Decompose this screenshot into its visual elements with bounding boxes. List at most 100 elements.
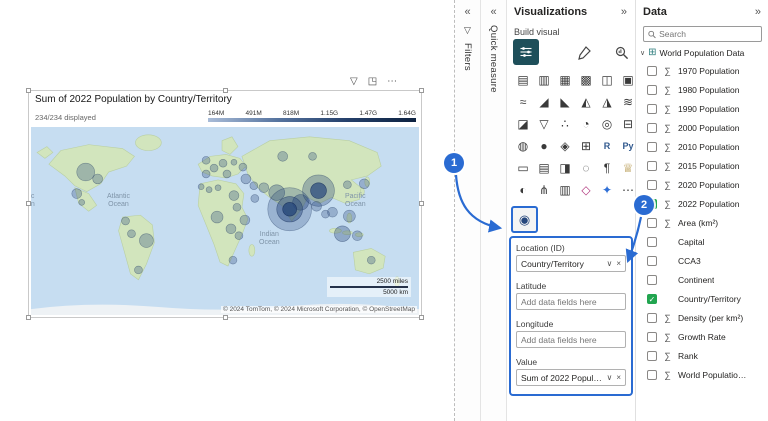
scale-line	[330, 286, 408, 288]
field-row[interactable]: Continent	[636, 270, 768, 289]
smart-narrative-icon[interactable]: ¶	[597, 157, 617, 178]
clustered-bar-chart-icon[interactable]: ▦	[555, 69, 575, 90]
field-checkbox[interactable]	[647, 274, 657, 285]
clustered-column-chart-icon[interactable]: ▩	[576, 69, 596, 90]
funnel-chart-icon[interactable]: ▽	[534, 113, 554, 134]
stacked-column-chart-icon[interactable]: ▥	[534, 69, 554, 90]
selection-handle[interactable]	[223, 88, 228, 93]
selection-handle[interactable]	[26, 201, 31, 206]
selection-handle[interactable]	[26, 88, 31, 93]
field-row[interactable]: Capital	[636, 232, 768, 251]
quick-measure-pane-collapsed[interactable]: « Quick measure	[481, 0, 507, 421]
field-checkbox[interactable]	[647, 331, 657, 342]
stacked-area-chart-icon[interactable]: ◣	[555, 91, 575, 112]
field-row[interactable]: ∑ Area (km²)	[636, 213, 768, 232]
stacked-bar-chart-icon[interactable]: ▤	[513, 69, 533, 90]
field-row[interactable]: ∑ 2015 Population	[636, 156, 768, 175]
field-checkbox[interactable]	[647, 103, 657, 114]
field-row[interactable]: ∑ 1990 Population	[636, 99, 768, 118]
selection-handle[interactable]	[26, 315, 31, 320]
line-chart-icon[interactable]: ≈	[513, 91, 533, 112]
azure-map-icon[interactable]: ◈	[555, 135, 575, 156]
field-checkbox[interactable]	[647, 312, 657, 323]
field-checkbox[interactable]	[647, 160, 657, 171]
field-row[interactable]: ∑ 2000 Population	[636, 118, 768, 137]
line-and-stacked-column-chart-icon[interactable]: ◭	[576, 91, 596, 112]
field-checkbox[interactable]	[647, 369, 657, 380]
multi-row-card-icon[interactable]: ▤	[534, 157, 554, 178]
field-row[interactable]: ∑ Density (per km²)	[636, 308, 768, 327]
r-script-visual-icon[interactable]: R	[597, 135, 617, 156]
scatter-chart-icon[interactable]: ∴	[555, 113, 575, 134]
slicer-icon[interactable]: ◨	[555, 157, 575, 178]
chevron-down-icon[interactable]: ∨	[606, 259, 612, 268]
decomposition-tree-icon[interactable]: ⋔	[534, 179, 554, 200]
paginated-report-icon[interactable]: ▥	[555, 179, 575, 200]
field-checkbox[interactable]: ✓	[647, 293, 657, 304]
field-pill[interactable]: Sum of 2022 Populati… ∨ ×	[516, 369, 626, 386]
empty-field-well[interactable]: Add data fields here	[516, 293, 626, 310]
field-row[interactable]: ✓∑2022 Population	[636, 194, 768, 213]
100-stacked-bar-chart-icon[interactable]: ◫	[597, 69, 617, 90]
field-row[interactable]: ∑ 2020 Population	[636, 175, 768, 194]
selection-handle[interactable]	[223, 315, 228, 320]
filled-map-icon[interactable]: ●	[534, 135, 554, 156]
collapse-visualizations-icon[interactable]: »	[621, 6, 627, 18]
field-label: World Populatio…	[678, 369, 747, 380]
field-checkbox[interactable]	[647, 255, 657, 266]
remove-field-icon[interactable]: ×	[616, 259, 621, 268]
field-row[interactable]: ∑ 1980 Population	[636, 80, 768, 99]
donut-chart-icon[interactable]: ◎	[597, 113, 617, 134]
chevron-down-icon[interactable]: ∨	[606, 373, 612, 382]
field-checkbox[interactable]	[647, 236, 657, 247]
format-visual-tab[interactable]	[573, 42, 595, 64]
field-row[interactable]: ∑ 2010 Population	[636, 137, 768, 156]
pie-chart-icon[interactable]: ◔	[576, 113, 596, 134]
collapse-data-pane-icon[interactable]: »	[755, 6, 761, 18]
field-checkbox[interactable]	[647, 65, 657, 76]
field-checkbox[interactable]	[647, 84, 657, 95]
field-checkbox[interactable]	[647, 141, 657, 152]
map-area[interactable]: AtlanticOcean PacificOcean IndianOcean fica…	[31, 127, 419, 315]
area-chart-icon[interactable]: ◢	[534, 91, 554, 112]
field-row[interactable]: ∑ Growth Rate	[636, 327, 768, 346]
remove-field-icon[interactable]: ×	[616, 373, 621, 382]
key-influencers-icon[interactable]: ◐	[513, 179, 533, 200]
more-options-icon[interactable]: ⋯	[387, 76, 397, 87]
card-icon[interactable]: ▭	[513, 157, 533, 178]
map-icon[interactable]: ◍	[513, 135, 533, 156]
field-checkbox[interactable]	[647, 217, 657, 228]
qa-visual-icon[interactable]: ◌	[576, 157, 596, 178]
field-checkbox[interactable]	[647, 350, 657, 361]
filters-pane-collapsed[interactable]: « ▽ Filters	[455, 0, 481, 421]
build-visual-tab[interactable]	[513, 39, 539, 65]
power-automate-icon[interactable]: ✦	[597, 179, 617, 200]
field-row[interactable]: ∑ World Populatio…	[636, 365, 768, 384]
focus-mode-icon[interactable]: ◳	[368, 76, 377, 87]
waterfall-chart-icon[interactable]: ◪	[513, 113, 533, 134]
power-apps-icon[interactable]: ◇	[576, 179, 596, 200]
filter-icon[interactable]: ▽	[350, 76, 358, 87]
field-row[interactable]: ∑ Rank	[636, 346, 768, 365]
expand-filters-icon[interactable]: «	[464, 6, 470, 18]
map-visual[interactable]: Sum of 2022 Population by Country/Territ…	[26, 88, 424, 320]
selection-handle[interactable]	[419, 315, 424, 320]
field-checkbox[interactable]	[647, 122, 657, 133]
bubble-map-icon[interactable]: ◉	[519, 212, 530, 228]
analytics-tab[interactable]	[611, 42, 633, 64]
field-row[interactable]: ∑ 1970 Population	[636, 61, 768, 80]
field-row[interactable]: ✓ Country/Territory	[636, 289, 768, 308]
field-pill[interactable]: Country/Territory ∨ ×	[516, 255, 626, 272]
search-box[interactable]	[643, 26, 762, 42]
field-row[interactable]: CCA3	[636, 251, 768, 270]
matrix-icon[interactable]: ⊞	[576, 135, 596, 156]
search-input[interactable]	[659, 29, 757, 39]
line-and-clustered-column-chart-icon[interactable]: ◮	[597, 91, 617, 112]
empty-field-well[interactable]: Add data fields here	[516, 331, 626, 348]
chevron-down-icon[interactable]: ∨	[640, 49, 645, 57]
field-checkbox[interactable]	[647, 179, 657, 190]
table-tree-node[interactable]: ∨ ⊞ World Population Data	[640, 47, 744, 58]
selection-handle[interactable]	[419, 88, 424, 93]
expand-quick-measure-icon[interactable]: «	[490, 6, 496, 18]
selection-handle[interactable]	[419, 201, 424, 206]
